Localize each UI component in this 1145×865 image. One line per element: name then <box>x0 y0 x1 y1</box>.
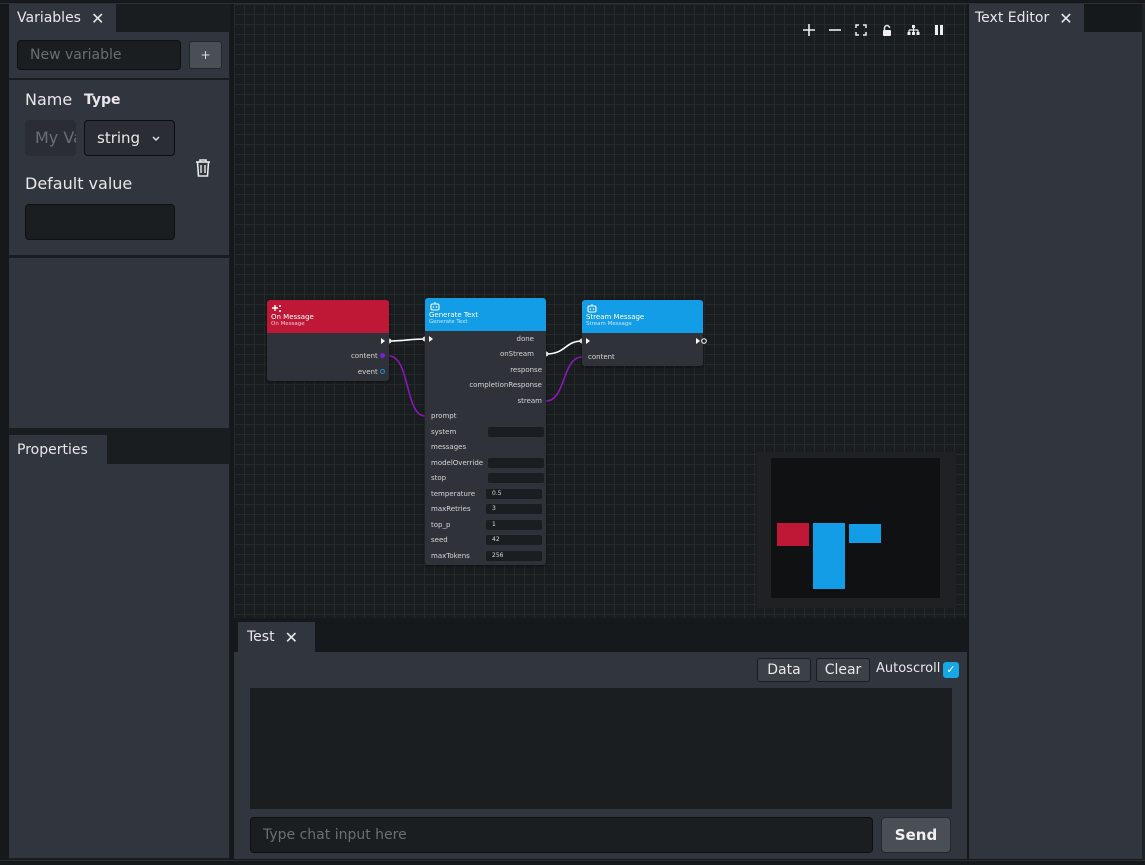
input-label: messages <box>431 443 466 451</box>
sparkle-icon <box>272 304 282 313</box>
close-icon[interactable]: ✕ <box>285 628 298 647</box>
port-label: stream <box>517 397 542 405</box>
variables-list-area <box>9 258 229 428</box>
canvas-toolbar <box>800 20 948 40</box>
close-icon[interactable]: ✕ <box>1059 9 1072 28</box>
input-label: seed <box>431 536 448 544</box>
input-label: modelOverride <box>431 459 483 467</box>
default-value-input[interactable] <box>25 204 175 240</box>
port-label: onStream <box>500 350 534 358</box>
autoscroll-label: Autoscroll <box>876 661 940 676</box>
exec-out-port[interactable] <box>695 337 709 345</box>
port-label: content <box>351 352 385 360</box>
node-on-message[interactable]: On Message On Message content event <box>267 300 389 381</box>
tab-properties[interactable]: Properties <box>9 435 107 464</box>
exec-in-port[interactable] <box>428 335 436 343</box>
tab-text-editor[interactable]: Text Editor ✕ <box>969 4 1084 32</box>
chat-log <box>250 688 952 809</box>
tab-variables[interactable]: Variables ✕ <box>9 4 116 32</box>
type-value: string <box>97 129 140 147</box>
node-subtitle: Generate Text <box>429 319 542 326</box>
tab-test[interactable]: Test ✕ <box>238 622 315 652</box>
input-label: temperature <box>431 490 475 498</box>
node-title: On Message <box>271 313 385 321</box>
node-header: Stream Message Stream Message <box>582 300 703 333</box>
robot-icon <box>430 302 440 311</box>
app-root: Variables ✕ New variable + Name Type My … <box>0 0 1145 865</box>
tab-label: Text Editor <box>975 10 1049 26</box>
top-p-field[interactable]: 1 <box>486 520 542 530</box>
variable-type-select[interactable]: string <box>84 120 175 156</box>
node-stream-message[interactable]: Stream Message Stream Message content <box>582 300 703 366</box>
model-override-field[interactable] <box>488 458 544 468</box>
input-label: maxTokens <box>431 552 470 560</box>
node-subtitle: Stream Message <box>586 321 699 328</box>
input-label: prompt <box>431 412 456 420</box>
send-button[interactable]: Send <box>881 817 951 853</box>
minimap-node-stream-message <box>849 524 881 543</box>
port-label: event <box>358 368 385 376</box>
minimap-node-on-message <box>777 523 809 546</box>
autoscroll-checkbox[interactable]: ✓ <box>943 662 959 678</box>
system-field[interactable] <box>488 427 544 437</box>
zoom-out-icon[interactable] <box>826 20 844 40</box>
tab-label: Test <box>247 629 275 645</box>
node-title: Generate Text <box>429 311 542 319</box>
exec-in-port[interactable] <box>585 337 593 345</box>
port-dot[interactable] <box>380 353 385 358</box>
pause-icon[interactable] <box>930 20 948 40</box>
fit-view-icon[interactable] <box>852 20 870 40</box>
seed-field[interactable]: 42 <box>486 535 542 545</box>
input-label: stop <box>431 474 446 482</box>
node-header: Generate Text Generate Text <box>425 298 546 331</box>
port-label: response <box>510 366 542 374</box>
trash-icon[interactable] <box>191 156 215 180</box>
zoom-in-icon[interactable] <box>800 20 818 40</box>
input-label: system <box>431 428 456 436</box>
name-label: Name <box>25 90 72 109</box>
chat-input[interactable]: Type chat input here <box>250 817 873 853</box>
node-subtitle: On Message <box>271 321 385 328</box>
input-label: top_p <box>431 521 450 529</box>
new-variable-input[interactable]: New variable <box>17 40 181 70</box>
chevron-down-icon <box>151 135 161 143</box>
port-label: done <box>517 335 534 343</box>
max-tokens-field[interactable]: 256 <box>486 551 542 561</box>
auto-layout-icon[interactable] <box>904 20 922 40</box>
clear-button[interactable]: Clear <box>816 658 870 682</box>
properties-panel <box>9 464 229 858</box>
robot-icon <box>587 304 597 313</box>
stop-field[interactable] <box>488 473 544 483</box>
input-label: maxRetries <box>431 505 471 513</box>
exec-out-port[interactable] <box>380 337 388 345</box>
minimap-node-generate-text <box>813 523 845 589</box>
lock-icon[interactable] <box>878 20 896 40</box>
add-variable-button[interactable]: + <box>189 41 222 69</box>
node-title: Stream Message <box>586 313 699 321</box>
input-label: content <box>588 353 615 361</box>
data-button[interactable]: Data <box>757 658 811 682</box>
close-icon[interactable]: ✕ <box>91 9 104 28</box>
node-header: On Message On Message <box>267 300 389 333</box>
default-value-label: Default value <box>25 174 132 193</box>
bottom-border <box>0 860 1145 861</box>
max-retries-field[interactable]: 3 <box>486 504 542 514</box>
variable-name-input[interactable]: My Variable <box>25 120 76 156</box>
tab-label: Variables <box>17 10 81 26</box>
port-label: completionResponse <box>469 381 542 389</box>
tab-label: Properties <box>17 442 88 458</box>
test-tab-bar <box>234 622 967 652</box>
type-label: Type <box>84 92 121 108</box>
text-editor-panel[interactable] <box>969 32 1142 859</box>
temperature-field[interactable]: 0.5 <box>486 489 542 499</box>
port-dot[interactable] <box>380 369 385 374</box>
node-generate-text[interactable]: Generate Text Generate Text done onStrea… <box>425 298 546 565</box>
minimap[interactable] <box>771 458 940 598</box>
